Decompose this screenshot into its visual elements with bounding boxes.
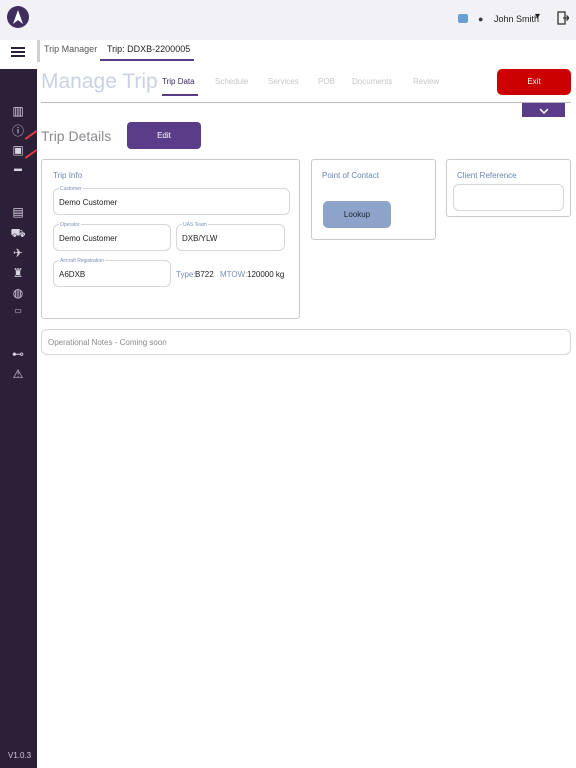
client-reference-input[interactable]: [453, 184, 564, 211]
breadcrumb-active-indicator: [100, 59, 194, 61]
customer-value: Demo Customer: [59, 198, 118, 207]
edit-button[interactable]: Edit: [127, 122, 201, 149]
uas-team-value: DXB/YLW: [182, 234, 218, 243]
tab-services[interactable]: Services: [268, 77, 299, 86]
menu-icon[interactable]: [11, 47, 25, 57]
info-icon[interactable]: ⓘ: [10, 124, 26, 138]
trip-info-title: Trip Info: [53, 171, 83, 180]
tab-active-indicator: [162, 94, 198, 96]
collapse-button[interactable]: [522, 103, 565, 117]
lookup-button[interactable]: Lookup: [323, 201, 391, 228]
vehicle-icon[interactable]: ⛟: [10, 226, 26, 240]
briefcase-icon[interactable]: ▣: [10, 143, 26, 157]
logout-icon[interactable]: [557, 11, 569, 25]
tab-pob[interactable]: POB: [318, 77, 335, 86]
tab-review[interactable]: Review: [413, 77, 439, 86]
section-title: Trip Details: [41, 128, 112, 144]
header-divider: [41, 102, 571, 103]
user-name[interactable]: John Smith: [494, 14, 539, 24]
tab-trip-data[interactable]: Trip Data: [162, 77, 195, 86]
chevron-down-icon[interactable]: ▾: [535, 11, 540, 22]
app-logo: [7, 6, 29, 28]
logo-icon: [13, 10, 23, 24]
globe-icon[interactable]: ◍: [10, 286, 26, 300]
warning-icon[interactable]: ⚠: [10, 367, 26, 381]
tower-icon[interactable]: ♜: [10, 266, 26, 280]
plane-icon[interactable]: ✈: [10, 246, 26, 260]
document-icon[interactable]: ▭: [10, 304, 26, 318]
breadcrumb-divider: [37, 40, 40, 62]
type-value: B722: [195, 270, 214, 279]
map-icon[interactable]: ▥: [10, 104, 26, 118]
operator-label: Operator: [59, 222, 81, 228]
breadcrumb-trip-manager[interactable]: Trip Manager: [44, 44, 97, 54]
mtow-value: 120000 kg: [247, 270, 285, 279]
mtow-label: MTOW:: [220, 270, 248, 279]
point-of-contact-title: Point of Contact: [322, 171, 379, 180]
car-icon[interactable]: ▬: [10, 162, 26, 176]
aircraft-registration-value: A6DXB: [59, 270, 86, 279]
type-label: Type:: [176, 270, 196, 279]
uas-team-label: UAS Team: [182, 222, 208, 228]
customer-label: Customer: [59, 186, 83, 192]
contact-icon[interactable]: ▤: [10, 205, 26, 219]
chevron-down-icon: [538, 108, 549, 114]
operational-notes-text: Operational Notes - Coming soon: [48, 338, 167, 347]
operator-value: Demo Customer: [59, 234, 118, 243]
breadcrumb-trip[interactable]: Trip: DDXB-2200005: [107, 44, 190, 54]
exit-button[interactable]: Exit: [497, 69, 571, 95]
client-reference-title: Client Reference: [457, 171, 517, 180]
tab-schedule[interactable]: Schedule: [215, 77, 248, 86]
connector-icon[interactable]: ⊷: [10, 347, 26, 361]
globe-icon[interactable]: [458, 14, 468, 23]
page-title: Manage Trip: [41, 70, 158, 93]
top-bar: [0, 0, 576, 40]
tab-documents[interactable]: Documents: [352, 77, 392, 86]
person-icon: ●: [478, 14, 484, 24]
aircraft-registration-label: Aircraft Registration: [59, 258, 105, 264]
app-version: V1.0.3: [8, 751, 32, 760]
